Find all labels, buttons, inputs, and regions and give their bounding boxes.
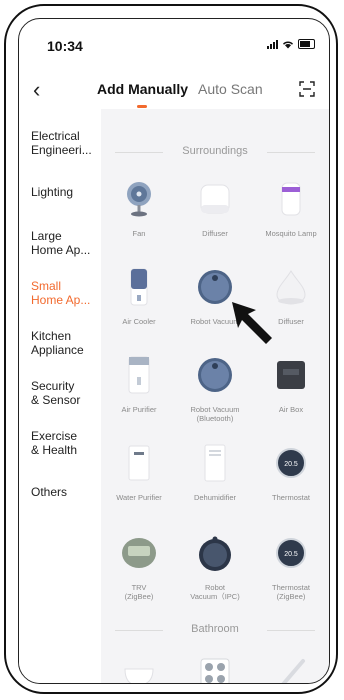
device-label: Diffuser	[202, 229, 228, 238]
section-title: Surroundings	[182, 145, 248, 157]
robot-vacuum-icon	[198, 270, 232, 304]
device-label: Water Purifier	[116, 493, 162, 502]
device-label: TRV (ZigBee)	[124, 583, 154, 601]
device-air-cooler[interactable]: Air Cooler	[101, 267, 177, 326]
tab-add-manually[interactable]: Add Manually	[97, 81, 188, 97]
device-robot-vacuum-ipc[interactable]: Robot Vacuum（IPC)	[177, 533, 253, 601]
sidebar-item-security[interactable]: Security & Sensor	[31, 379, 101, 407]
sidebar-item-exercise[interactable]: Exercise & Health	[31, 429, 101, 457]
sidebar-item-lighting[interactable]: Lighting	[31, 185, 101, 199]
signal-icon	[267, 39, 278, 49]
trv-icon	[122, 538, 156, 568]
device-label: Robot Vacuum（IPC)	[190, 583, 240, 601]
phone-screen: 10:34 ‹ Add Manually Auto Scan Electrica…	[18, 18, 330, 684]
device-grid: Surroundings Fan Diffuser Mosquito Lamp	[101, 109, 329, 683]
thermostat-readout: 20.5	[284, 461, 298, 468]
device-diffuser[interactable]: Diffuser	[177, 179, 253, 238]
device-label: Air Purifier	[121, 405, 157, 414]
device-trv[interactable]: TRV (ZigBee)	[101, 533, 177, 601]
status-icons	[267, 39, 315, 49]
fan-icon	[127, 182, 151, 217]
back-chevron-icon[interactable]: ‹	[33, 77, 40, 103]
diffuser-drop-icon	[276, 270, 306, 305]
device-label: Thermostat	[272, 493, 310, 502]
thermostat-readout: 20.5	[284, 551, 298, 558]
sidebar-item-large-home[interactable]: Large Home Ap...	[31, 229, 101, 257]
device-label: Air Cooler	[122, 317, 156, 326]
dehumidifier-icon	[204, 444, 226, 482]
sidebar-item-electrical[interactable]: Electrical Engineeri...	[31, 129, 101, 157]
device-label: Thermostat (ZigBee)	[272, 583, 310, 601]
sidebar-item-small-home[interactable]: Small Home Ap...	[31, 279, 101, 307]
category-sidebar: Electrical Engineeri... Lighting Large H…	[19, 109, 101, 683]
scan-icon[interactable]	[299, 81, 315, 97]
wifi-icon	[283, 40, 293, 48]
thermostat-zigbee-icon: 20.5	[276, 538, 306, 568]
device-label: Fan	[132, 229, 146, 238]
section-title: Bathroom	[191, 623, 239, 635]
air-purifier-icon	[128, 356, 150, 394]
device-robot-vacuum-bluetooth[interactable]: Robot Vacuum (Bluetooth)	[177, 355, 253, 423]
top-nav: ‹ Add Manually Auto Scan	[19, 69, 329, 109]
device-air-box[interactable]: Air Box	[253, 355, 329, 414]
air-cooler-icon	[130, 268, 148, 306]
section-header-bathroom: Bathroom	[101, 623, 329, 635]
device-fan[interactable]: Fan	[101, 179, 177, 238]
thermostat-icon: 20.5	[276, 448, 306, 478]
device-dehumidifier[interactable]: Dehumidifier	[177, 443, 253, 502]
device-label: Robot Vacuum (Bluetooth)	[190, 405, 240, 423]
sidebar-item-kitchen[interactable]: Kitchen Appliance	[31, 329, 101, 357]
device-toilet[interactable]	[101, 655, 177, 683]
bath-heater-icon	[200, 658, 230, 683]
robot-vacuum-ipc-icon	[199, 536, 231, 571]
status-bar: 10:34	[19, 19, 329, 65]
device-label: Air Box	[278, 405, 304, 414]
device-air-purifier[interactable]: Air Purifier	[101, 355, 177, 414]
device-label: Dehumidifier	[193, 493, 237, 502]
toothbrush-icon	[281, 659, 305, 683]
device-label: Mosquito Lamp	[265, 229, 317, 238]
diffuser-icon	[200, 184, 230, 214]
section-header-surroundings: Surroundings	[101, 145, 329, 157]
water-purifier-icon	[128, 445, 150, 481]
device-thermostat[interactable]: 20.5 Thermostat	[253, 443, 329, 502]
device-toothbrush[interactable]	[253, 655, 329, 683]
toilet-icon	[124, 668, 154, 683]
device-water-purifier[interactable]: Water Purifier	[101, 443, 177, 502]
device-thermostat-zigbee[interactable]: 20.5 Thermostat (ZigBee)	[253, 533, 329, 601]
pointer-arrow-icon	[232, 302, 272, 344]
mosquito-lamp-icon	[281, 182, 301, 216]
battery-icon	[298, 39, 315, 49]
device-mosquito-lamp[interactable]: Mosquito Lamp	[253, 179, 329, 238]
tab-auto-scan[interactable]: Auto Scan	[198, 81, 263, 97]
sidebar-item-others[interactable]: Others	[31, 485, 101, 499]
air-box-icon	[277, 361, 305, 389]
robot-vacuum-bluetooth-icon	[198, 358, 232, 392]
device-bath-heater[interactable]	[177, 655, 253, 683]
active-tab-indicator	[137, 105, 147, 108]
status-time: 10:34	[47, 38, 83, 54]
